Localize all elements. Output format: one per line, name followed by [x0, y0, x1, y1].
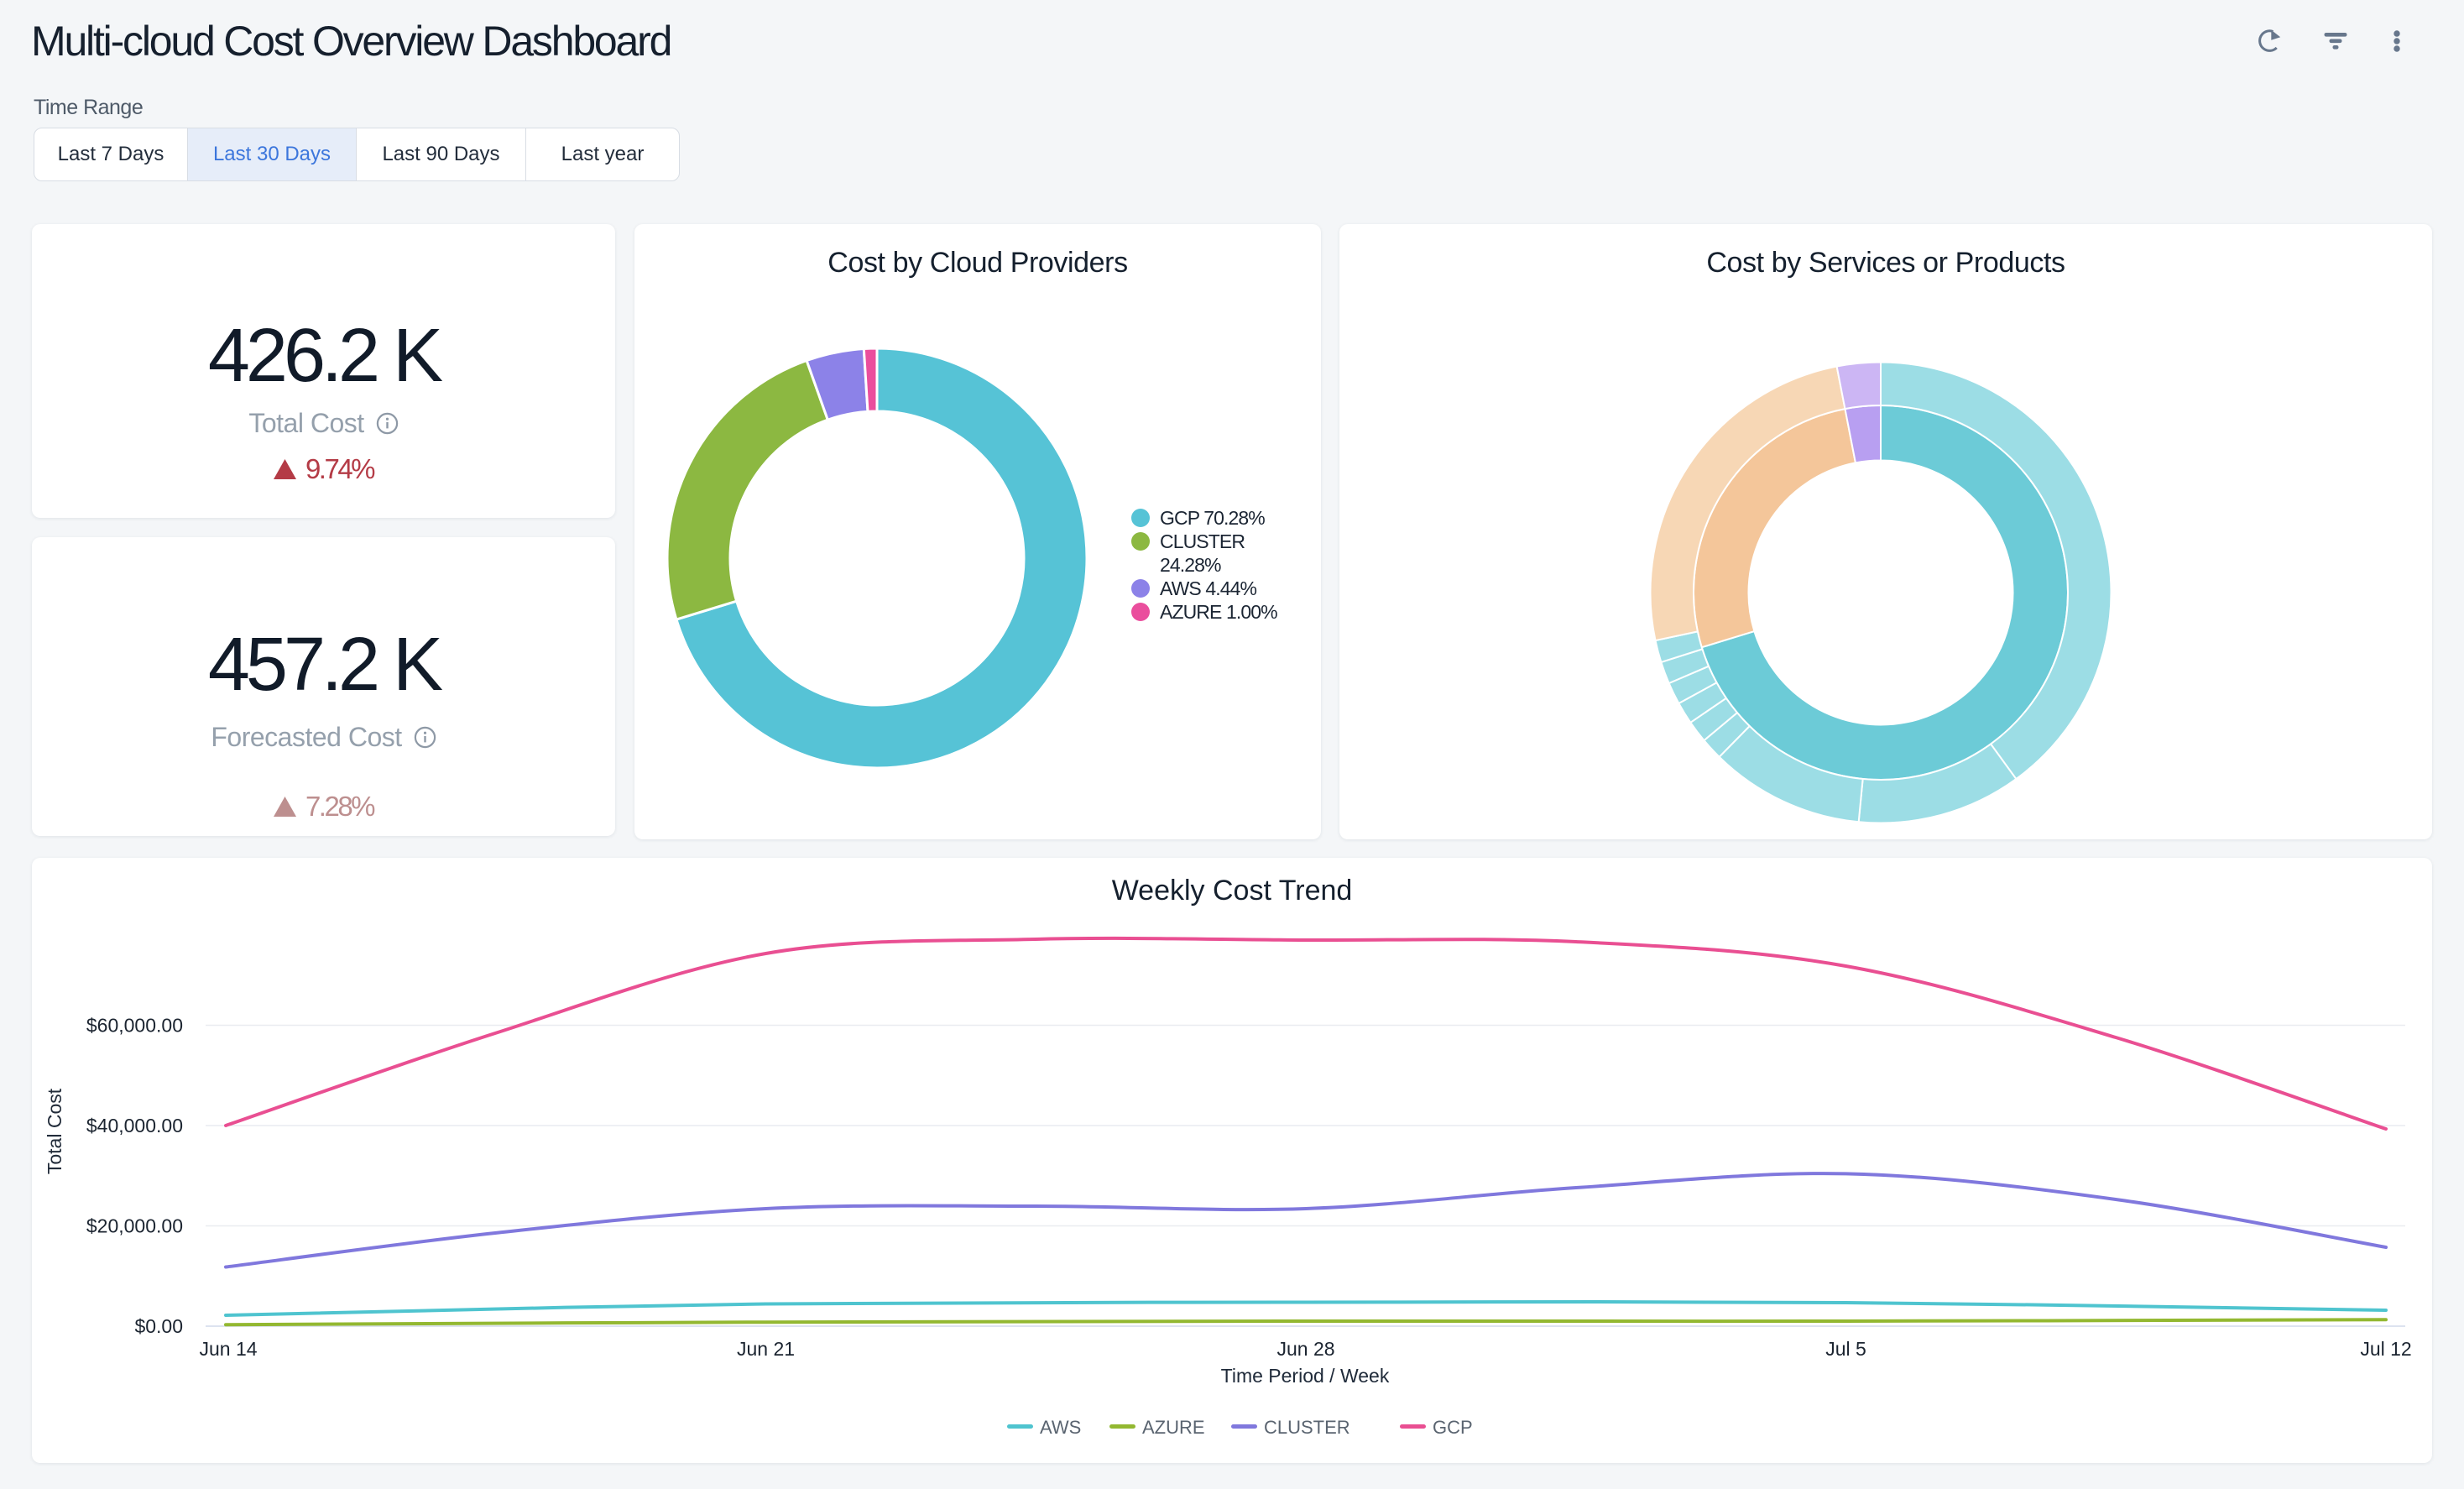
svg-text:GCP: GCP [1433, 1417, 1473, 1438]
svg-text:Jul 12: Jul 12 [2360, 1338, 2411, 1360]
svg-text:$40,000.00: $40,000.00 [86, 1115, 183, 1136]
svg-text:Weekly Cost Trend: Weekly Cost Trend [1112, 875, 1353, 906]
svg-text:Jun 14: Jun 14 [199, 1338, 257, 1360]
svg-text:$20,000.00: $20,000.00 [86, 1215, 183, 1237]
svg-text:Jun 21: Jun 21 [737, 1338, 795, 1360]
svg-text:$0.00: $0.00 [134, 1315, 183, 1337]
svg-text:AWS: AWS [1040, 1417, 1081, 1438]
svg-text:Total Cost: Total Cost [44, 1088, 65, 1174]
svg-text:CLUSTER: CLUSTER [1264, 1417, 1350, 1438]
svg-text:Time Period / Week: Time Period / Week [1221, 1365, 1390, 1387]
svg-text:Jul 5: Jul 5 [1825, 1338, 1866, 1360]
svg-text:AZURE: AZURE [1142, 1417, 1205, 1438]
svg-text:$60,000.00: $60,000.00 [86, 1015, 183, 1037]
svg-text:Jun 28: Jun 28 [1276, 1338, 1334, 1360]
